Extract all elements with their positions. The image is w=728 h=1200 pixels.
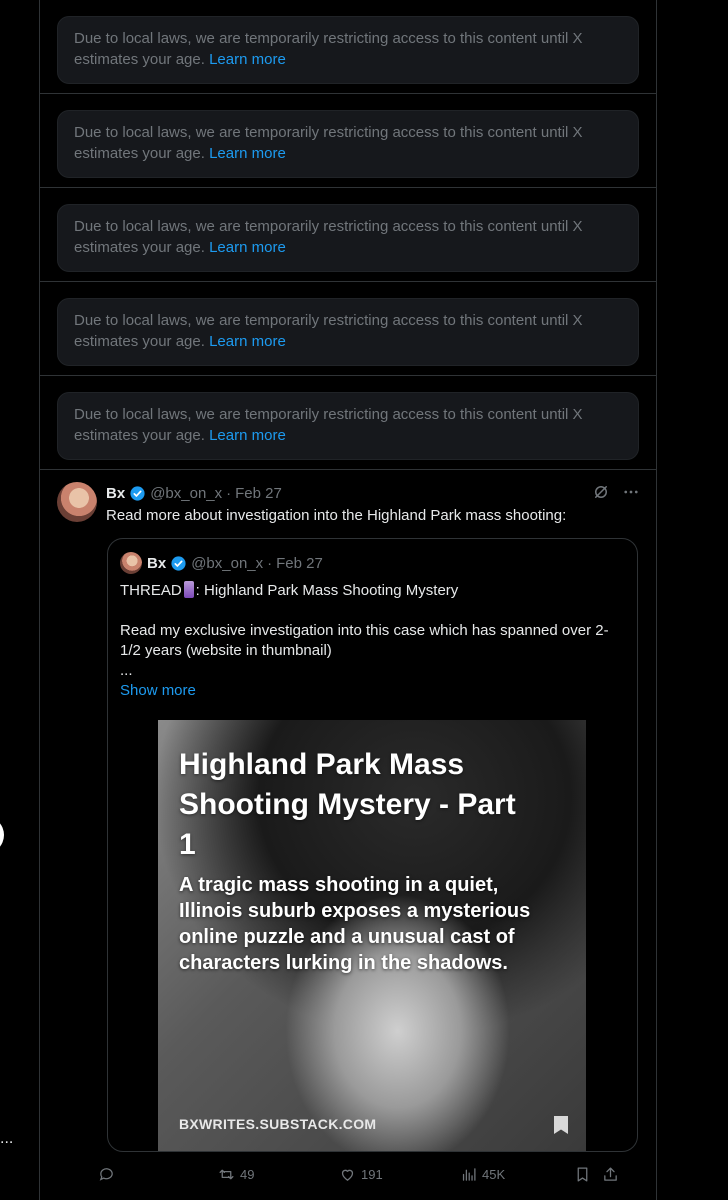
retweet-count: 49 — [240, 1167, 255, 1182]
avatar[interactable] — [57, 482, 97, 522]
restricted-notice: Due to local laws, we are temporarily re… — [57, 16, 639, 84]
quoted-tweet[interactable]: Bx @bx_on_x · Feb 27 THREAD : Highland Pa… — [107, 538, 638, 1152]
thumbnail-title: Highland Park Mass Shooting Mystery - Pa… — [179, 748, 516, 861]
quote-author-name: Bx — [147, 554, 167, 572]
tweet-header: Bx @bx_on_x · Feb 27 — [106, 483, 640, 503]
side-more-dots[interactable]: ... — [0, 1130, 13, 1148]
thumbnail-domain: BXWRITES.SUBSTACK.COM — [179, 1116, 377, 1132]
restricted-notice-text: Due to local laws, we are temporarily re… — [74, 406, 583, 444]
retweet-button[interactable]: 49 — [218, 1166, 254, 1183]
header-actions — [592, 483, 640, 501]
restricted-notice-text: Due to local laws, we are temporarily re… — [74, 124, 583, 162]
verified-badge-icon — [130, 485, 145, 501]
restricted-post: Due to local laws, we are temporarily re… — [40, 188, 656, 282]
tweet-text: Read more about investigation into the H… — [106, 507, 567, 524]
restricted-notice-text: Due to local laws, we are temporarily re… — [74, 312, 583, 350]
thread-spool-icon — [183, 581, 194, 598]
bookmark-icon — [577, 1167, 588, 1182]
views-button[interactable]: 45K — [460, 1166, 505, 1183]
restricted-notice: Due to local laws, we are temporarily re… — [57, 204, 639, 272]
link-thumbnail[interactable]: Highland Park Mass Shooting Mystery - Pa… — [158, 720, 586, 1151]
quote-separator: · — [267, 554, 273, 572]
reply-icon — [99, 1168, 113, 1181]
restricted-notice-text: Due to local laws, we are temporarily re… — [74, 30, 583, 68]
side-nav-circle-button[interactable] — [0, 816, 4, 854]
quote-body: THREAD : Highland Park Mass Shooting Myst… — [120, 581, 625, 701]
quote-date: Feb 27 — [276, 554, 323, 572]
restricted-notice: Due to local laws, we are temporarily re… — [57, 298, 639, 366]
reply-button[interactable] — [98, 1166, 115, 1183]
learn-more-link[interactable]: Learn more — [209, 427, 286, 444]
author-name[interactable]: Bx — [106, 485, 125, 502]
more-options-icon[interactable] — [622, 483, 640, 501]
tweet-date[interactable]: Feb 27 — [235, 485, 282, 502]
share-button[interactable] — [602, 1166, 619, 1183]
quote-author-handle: @bx_on_x — [191, 554, 264, 572]
tweet-actions: 49 191 45K — [99, 1166, 640, 1186]
views-chart-icon — [462, 1168, 476, 1181]
restricted-notice-text: Due to local laws, we are temporarily re… — [74, 218, 583, 256]
share-icon — [604, 1167, 617, 1181]
verified-badge-icon — [171, 555, 186, 571]
retweet-icon — [219, 1169, 234, 1180]
tweet[interactable]: Bx @bx_on_x · Feb 27 Read more about inv… — [40, 470, 656, 1190]
restricted-notice: Due to local laws, we are temporarily re… — [57, 110, 639, 178]
quote-header: Bx @bx_on_x · Feb 27 — [120, 552, 323, 574]
restricted-post: Due to local laws, we are temporarily re… — [40, 376, 656, 470]
quote-ellipsis: ... — [120, 662, 133, 679]
like-button[interactable]: 191 — [339, 1166, 383, 1183]
learn-more-link[interactable]: Learn more — [209, 51, 286, 68]
thumbnail-subtitle: A tragic mass shooting in a quiet, Illin… — [179, 874, 531, 974]
learn-more-link[interactable]: Learn more — [209, 333, 286, 350]
views-count: 45K — [482, 1167, 506, 1182]
quote-avatar — [120, 552, 142, 574]
learn-more-link[interactable]: Learn more — [209, 239, 286, 256]
restricted-post: Due to local laws, we are temporarily re… — [40, 0, 656, 94]
thread-prefix: THREAD — [120, 582, 182, 599]
restricted-post: Due to local laws, we are temporarily re… — [40, 94, 656, 188]
heart-icon — [341, 1169, 354, 1181]
like-count: 191 — [361, 1167, 383, 1182]
author-handle[interactable]: @bx_on_x — [150, 485, 222, 502]
show-more-link[interactable]: Show more — [120, 681, 625, 701]
bookmark-button[interactable] — [574, 1166, 591, 1183]
learn-more-link[interactable]: Learn more — [209, 145, 286, 162]
thread-title: : Highland Park Mass Shooting Mystery — [195, 582, 459, 599]
quote-text: Read my exclusive investigation into thi… — [120, 622, 609, 659]
restricted-notice: Due to local laws, we are temporarily re… — [57, 392, 639, 460]
header-separator: · — [226, 484, 232, 502]
substack-logo-icon — [554, 1116, 568, 1134]
restricted-post: Due to local laws, we are temporarily re… — [40, 282, 656, 376]
timeline: Due to local laws, we are temporarily re… — [39, 0, 657, 1200]
grok-icon[interactable] — [592, 483, 610, 501]
